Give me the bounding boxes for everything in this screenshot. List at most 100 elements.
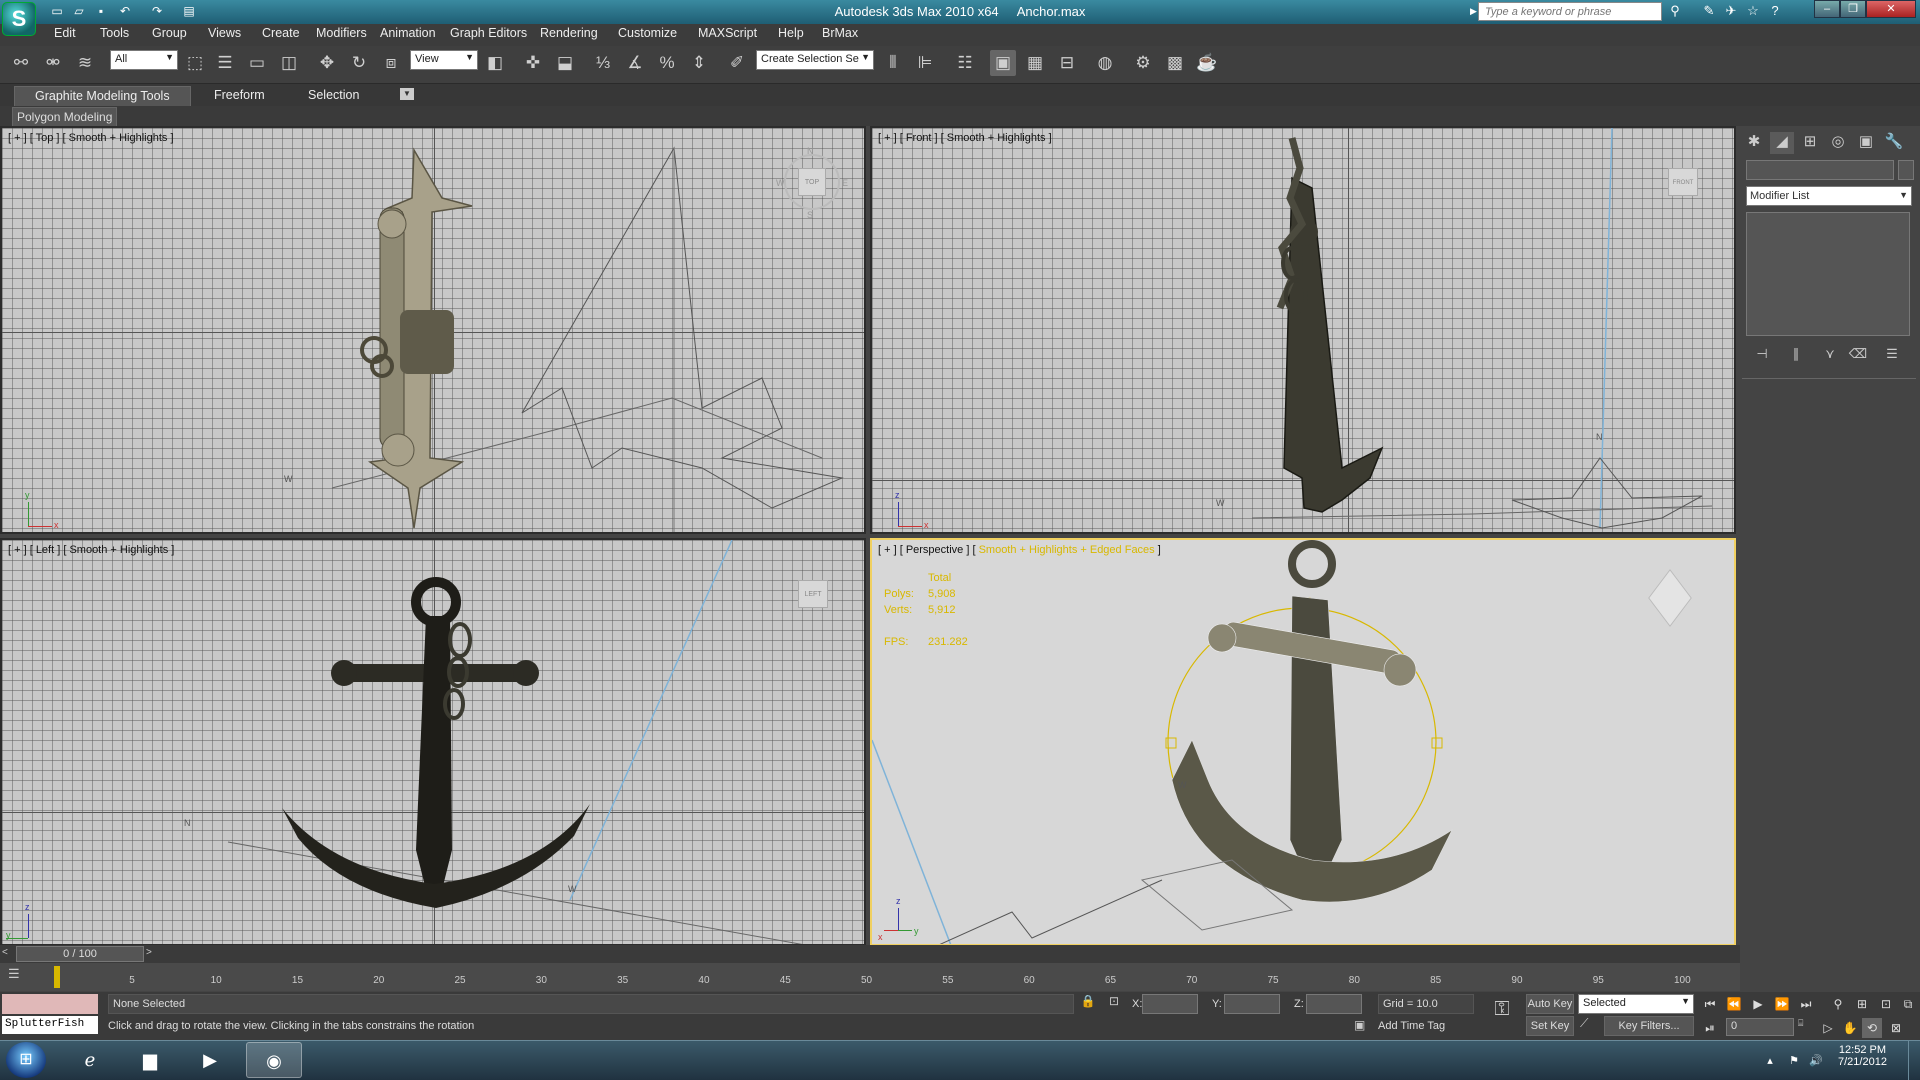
menu-modifiers[interactable]: Modifiers: [316, 26, 367, 40]
motion-panel-icon[interactable]: ◎: [1826, 132, 1850, 154]
select-object-icon[interactable]: ⬚: [182, 50, 208, 76]
create-panel-icon[interactable]: ✱: [1742, 132, 1766, 154]
render-production-icon[interactable]: ☕: [1194, 50, 1220, 76]
viewcube-top[interactable]: TOP: [798, 168, 826, 196]
viewport-top[interactable]: [ + ] [ Top ] [ Smooth + Highlights ] TO…: [0, 126, 866, 534]
previous-frame-icon[interactable]: ⏪: [1724, 994, 1744, 1014]
utilities-panel-icon[interactable]: 🔧: [1882, 132, 1906, 154]
help-icon[interactable]: ?: [1766, 3, 1784, 20]
unlink-selection-icon[interactable]: ⚮: [40, 50, 66, 76]
set-key-button[interactable]: Set Key: [1526, 1016, 1574, 1036]
next-frame-icon[interactable]: ⏩: [1772, 994, 1792, 1014]
tab-selection[interactable]: Selection: [288, 86, 379, 106]
undo-icon[interactable]: ↶: [116, 3, 134, 20]
y-coord-field[interactable]: [1224, 994, 1280, 1014]
selection-filter-dropdown[interactable]: All ▼: [110, 50, 178, 70]
select-by-name-icon[interactable]: ☰: [212, 50, 238, 76]
modifier-list-dropdown[interactable]: Modifier List ▼: [1746, 186, 1912, 206]
open-file-icon[interactable]: ▱: [70, 3, 88, 20]
object-name-field[interactable]: [1746, 160, 1894, 180]
redo-icon[interactable]: ↷: [148, 3, 166, 20]
panel-polygon-modeling[interactable]: Polygon Modeling: [12, 107, 118, 127]
show-end-result-icon[interactable]: ∥: [1784, 346, 1808, 368]
menu-brmax[interactable]: BrMax: [822, 26, 858, 40]
time-tag-icon[interactable]: ▣: [1354, 1018, 1372, 1036]
schematic-view-icon[interactable]: ⊟: [1054, 50, 1080, 76]
selection-lock-icon[interactable]: 🔒: [1078, 994, 1098, 1014]
current-frame-marker[interactable]: [54, 966, 60, 988]
default-in-out-tangent-icon[interactable]: ⟋: [1580, 1016, 1598, 1034]
bind-to-space-warp-icon[interactable]: ≋: [72, 50, 98, 76]
viewcube-left[interactable]: LEFT: [798, 580, 828, 608]
named-selection-sets-dropdown[interactable]: Create Selection Se ▼: [756, 50, 874, 70]
play-animation-icon[interactable]: ▶: [1748, 994, 1768, 1014]
menu-edit[interactable]: Edit: [54, 26, 76, 40]
key-mode-toggle-icon[interactable]: ⏯: [1700, 1018, 1720, 1038]
make-unique-icon[interactable]: ⋎: [1818, 346, 1842, 368]
align-icon[interactable]: ⊫: [912, 50, 938, 76]
maxscript-listener-output[interactable]: SplutterFish: [2, 1016, 98, 1034]
viewport-perspective[interactable]: [ + ] [ Perspective ] [ Smooth + Highlig…: [870, 538, 1736, 946]
mini-curve-editor-icon[interactable]: ☰: [8, 966, 36, 986]
maximize-button[interactable]: ❐: [1840, 0, 1866, 18]
menu-views[interactable]: Views: [208, 26, 241, 40]
reference-coordinate-dropdown[interactable]: View ▼: [410, 50, 478, 70]
graphite-toggle-icon[interactable]: ▣: [990, 50, 1016, 76]
window-crossing-icon[interactable]: ◫: [276, 50, 302, 76]
modify-panel-icon[interactable]: ◢: [1770, 132, 1794, 154]
start-button[interactable]: ⊞: [6, 1042, 46, 1078]
material-editor-icon[interactable]: ◍: [1092, 50, 1118, 76]
zoom-all-icon[interactable]: ⊞: [1852, 994, 1872, 1014]
menu-help[interactable]: Help: [778, 26, 804, 40]
3ds-max-taskbar-icon[interactable]: ◉: [246, 1042, 302, 1078]
time-slider-prev-icon[interactable]: <: [2, 947, 8, 958]
curve-editor-icon[interactable]: ▦: [1022, 50, 1048, 76]
menu-maxscript[interactable]: MAXScript: [698, 26, 757, 40]
layer-manager-icon[interactable]: ☷: [952, 50, 978, 76]
percent-snap-icon[interactable]: %: [654, 50, 680, 76]
configure-modifier-sets-icon[interactable]: ☰: [1880, 346, 1904, 368]
tab-freeform[interactable]: Freeform: [194, 86, 285, 106]
keyboard-shortcut-override-icon[interactable]: ⬓: [552, 50, 578, 76]
render-setup-icon[interactable]: ⚙: [1130, 50, 1156, 76]
application-button[interactable]: S: [2, 2, 36, 36]
viewport-left[interactable]: [ + ] [ Left ] [ Smooth + Highlights ] L…: [0, 538, 866, 946]
pin-stack-icon[interactable]: ⊣: [1750, 346, 1774, 368]
tray-volume-icon[interactable]: 🔊: [1808, 1054, 1824, 1070]
taskbar-clock[interactable]: 12:52 PM 7/21/2012: [1838, 1044, 1887, 1068]
search-input[interactable]: [1478, 2, 1662, 21]
communication-center-icon[interactable]: ✈: [1722, 3, 1740, 20]
ribbon-options-icon[interactable]: ▼: [400, 88, 414, 100]
tray-expand-icon[interactable]: ▴: [1762, 1054, 1778, 1070]
zoom-extents-icon[interactable]: ⊡: [1876, 994, 1896, 1014]
mirror-icon[interactable]: ⫴: [880, 50, 906, 76]
key-filters-button[interactable]: Key Filters...: [1604, 1016, 1694, 1036]
save-file-icon[interactable]: ▪: [92, 3, 110, 20]
favorites-star-icon[interactable]: ☆: [1744, 3, 1762, 20]
menu-create[interactable]: Create: [262, 26, 300, 40]
menu-group[interactable]: Group: [152, 26, 187, 40]
edit-named-selection-icon[interactable]: ✐: [724, 50, 750, 76]
search-arrow-icon[interactable]: ▶: [1470, 6, 1477, 17]
go-to-start-icon[interactable]: ⏮: [1700, 994, 1720, 1014]
menu-graph-editors[interactable]: Graph Editors: [450, 26, 527, 40]
show-desktop-button[interactable]: [1908, 1040, 1920, 1080]
key-set-selection-dropdown[interactable]: Selected ▼: [1578, 994, 1694, 1014]
project-folder-icon[interactable]: ▤: [180, 3, 198, 20]
current-frame-field[interactable]: 0: [1726, 1018, 1794, 1036]
zoom-extents-all-icon[interactable]: ⧉: [1898, 994, 1918, 1014]
auto-key-button[interactable]: Auto Key: [1526, 994, 1574, 1014]
menu-animation[interactable]: Animation: [380, 26, 436, 40]
viewcube-front[interactable]: FRONT: [1668, 168, 1698, 196]
select-and-manipulate-icon[interactable]: ✜: [520, 50, 546, 76]
menu-customize[interactable]: Customize: [618, 26, 677, 40]
orbit-icon[interactable]: ⟲: [1862, 1018, 1882, 1038]
object-color-swatch[interactable]: [1898, 160, 1914, 180]
rendered-frame-window-icon[interactable]: ▩: [1162, 50, 1188, 76]
internet-explorer-icon[interactable]: ℯ: [62, 1042, 118, 1078]
set-key-icon[interactable]: ⚿: [1484, 998, 1520, 1032]
tray-flag-icon[interactable]: ⚑: [1786, 1054, 1802, 1070]
modifier-stack[interactable]: [1746, 212, 1910, 336]
absolute-mode-icon[interactable]: ⊡: [1104, 994, 1124, 1014]
pivot-point-center-icon[interactable]: ◧: [482, 50, 508, 76]
